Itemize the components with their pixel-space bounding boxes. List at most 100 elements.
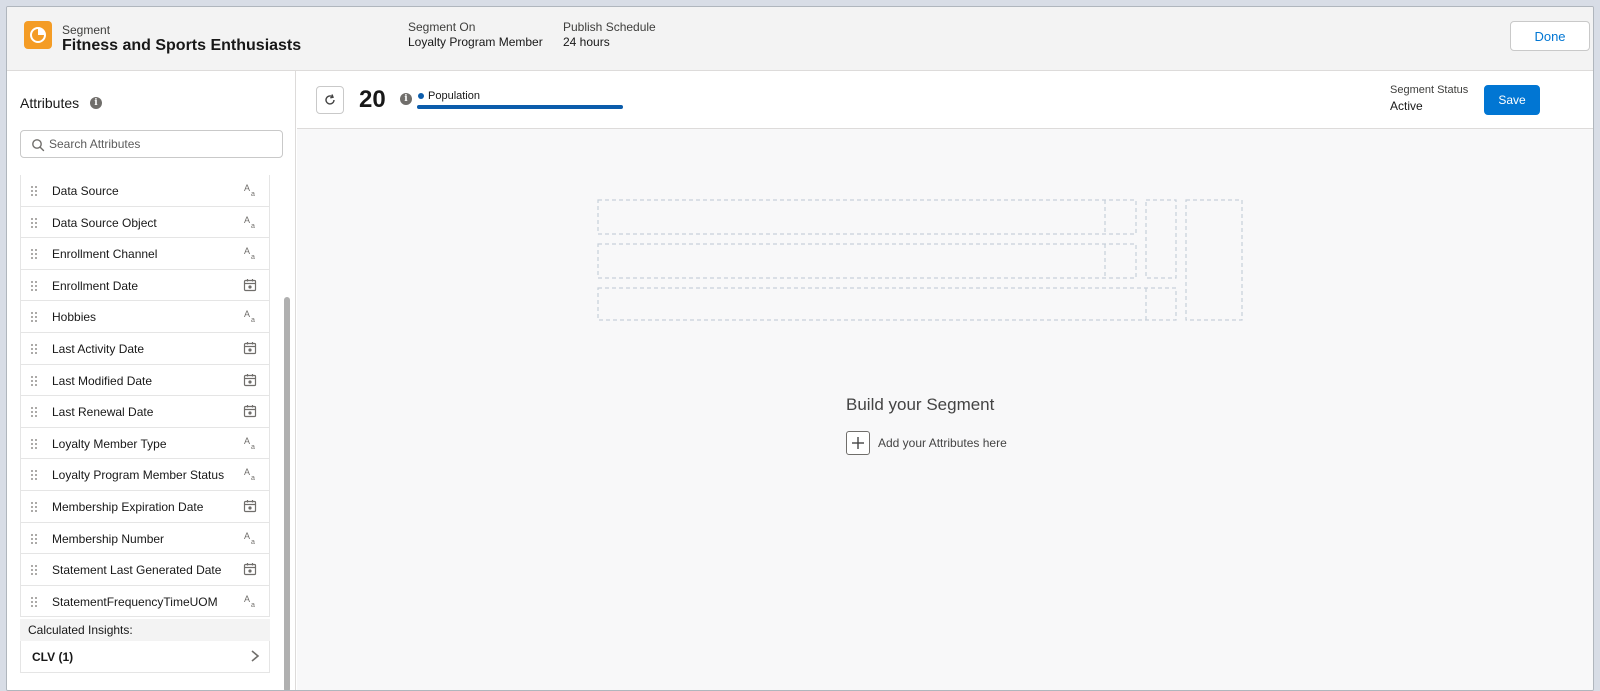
attribute-item[interactable]: Loyalty Program Member Status Aa xyxy=(20,459,270,491)
search-attributes-field[interactable] xyxy=(20,130,283,158)
attributes-sidebar: Attributes i Data SourceAaData Source Ob… xyxy=(7,71,296,690)
svg-text:A: A xyxy=(244,309,250,319)
drag-handle-icon[interactable] xyxy=(30,533,38,545)
calendar-icon xyxy=(243,278,257,291)
segment-canvas: Build your Segment Add your Attributes h… xyxy=(297,129,1593,690)
population-bar xyxy=(417,105,623,109)
search-attributes-input[interactable] xyxy=(49,135,274,153)
attribute-item[interactable]: Loyalty Member Type Aa xyxy=(20,427,270,460)
refresh-button[interactable] xyxy=(316,86,344,114)
attribute-item[interactable]: Enrollment Date xyxy=(20,269,270,302)
calculated-insight-item[interactable]: CLV (1) xyxy=(20,641,270,673)
svg-text:a: a xyxy=(251,539,255,545)
publish-schedule-label: Publish Schedule xyxy=(563,20,656,34)
drag-handle-icon[interactable] xyxy=(30,406,38,418)
attribute-label: Membership Number xyxy=(52,531,165,546)
svg-text:a: a xyxy=(251,475,255,481)
page-header: Segment Fitness and Sports Enthusiasts S… xyxy=(7,7,1593,71)
refresh-icon xyxy=(325,94,335,105)
drag-handle-icon[interactable] xyxy=(30,343,38,355)
calendar-icon xyxy=(243,373,257,386)
segment-builder-window: Segment Fitness and Sports Enthusiasts S… xyxy=(6,6,1594,691)
placeholder-illustration xyxy=(597,199,1243,321)
attribute-label: Last Renewal Date xyxy=(52,405,154,420)
chevron-right-icon xyxy=(251,650,260,662)
record-type-label: Segment xyxy=(62,23,111,37)
drag-handle-icon[interactable] xyxy=(30,596,38,608)
attribute-item[interactable]: Enrollment Channel Aa xyxy=(20,238,270,270)
attribute-item[interactable]: Last Renewal Date xyxy=(20,396,270,428)
text-type-icon: Aa xyxy=(244,436,255,450)
text-type-icon: Aa xyxy=(244,215,255,229)
attribute-label: Hobbies xyxy=(52,310,97,325)
drag-handle-icon[interactable] xyxy=(30,311,38,323)
calendar-icon xyxy=(243,405,257,418)
attribute-item[interactable]: Data Source Aa xyxy=(20,175,270,207)
attribute-item[interactable]: Last Activity Date xyxy=(20,332,270,365)
segment-name: Fitness and Sports Enthusiasts xyxy=(62,37,302,54)
calculated-insights-header: Calculated Insights: xyxy=(20,619,270,641)
segment-status-label: Segment Status xyxy=(1390,84,1469,96)
attribute-item[interactable]: Membership Expiration Date xyxy=(20,490,270,523)
population-info-icon[interactable]: i xyxy=(400,93,412,105)
svg-text:a: a xyxy=(251,254,255,260)
segment-on-label: Segment On xyxy=(408,20,476,34)
text-type-icon: Aa xyxy=(244,467,255,481)
publish-schedule-value: 24 hours xyxy=(563,35,610,49)
segment-icon xyxy=(24,21,52,49)
segment-on-value: Loyalty Program Member xyxy=(408,35,543,49)
drag-handle-icon[interactable] xyxy=(30,280,38,292)
svg-text:a: a xyxy=(251,191,255,197)
population-label: Population xyxy=(428,90,480,102)
drag-handle-icon[interactable] xyxy=(30,185,38,197)
svg-text:a: a xyxy=(251,317,255,323)
attribute-label: StatementFrequencyTimeUOM xyxy=(52,594,218,609)
svg-text:A: A xyxy=(244,531,250,541)
attribute-list: Data Source Aa Data Source Object Aa Enrollm… xyxy=(20,175,270,618)
calculated-insight-label: CLV (1) xyxy=(32,650,74,664)
drag-handle-icon[interactable] xyxy=(30,248,38,260)
svg-text:A: A xyxy=(244,246,250,256)
calendar-icon xyxy=(243,499,257,513)
svg-text:A: A xyxy=(244,467,250,477)
attribute-item[interactable]: Membership Number Aa xyxy=(20,522,270,555)
info-icon[interactable]: i xyxy=(90,97,102,109)
attribute-label: Loyalty Program Member Status xyxy=(52,468,225,483)
attribute-item[interactable]: Hobbies Aa xyxy=(20,301,270,333)
save-button[interactable]: Save xyxy=(1484,85,1540,115)
calendar-icon xyxy=(243,563,257,576)
build-segment-title: Build your Segment xyxy=(846,395,995,414)
svg-text:A: A xyxy=(244,594,250,604)
attribute-label: Data Source xyxy=(52,184,119,198)
text-type-icon: Aa xyxy=(244,246,255,260)
population-toolbar: 20 i Population Segment Status Active Sa… xyxy=(297,71,1593,129)
attribute-item[interactable]: Statement Last Generated Date xyxy=(20,554,270,586)
segment-status-value: Active xyxy=(1390,99,1423,113)
drag-handle-icon[interactable] xyxy=(30,469,38,481)
drag-handle-icon[interactable] xyxy=(30,501,38,513)
svg-text:a: a xyxy=(251,223,255,229)
text-type-icon: Aa xyxy=(244,594,255,608)
population-count: 20 xyxy=(359,86,386,113)
done-button[interactable]: Done xyxy=(1510,21,1590,51)
svg-text:a: a xyxy=(251,444,255,450)
attribute-item[interactable]: Data Source Object Aa xyxy=(20,206,270,239)
svg-text:A: A xyxy=(244,183,250,193)
svg-text:a: a xyxy=(251,602,255,608)
attribute-label: Last Activity Date xyxy=(52,341,145,356)
drag-handle-icon[interactable] xyxy=(30,217,38,229)
add-attributes-label: Add your Attributes here xyxy=(878,436,1007,450)
attribute-label: Enrollment Date xyxy=(52,278,139,293)
svg-text:A: A xyxy=(244,215,250,225)
attribute-label: Statement Last Generated Date xyxy=(52,563,222,578)
drag-handle-icon[interactable] xyxy=(30,375,38,387)
drag-handle-icon[interactable] xyxy=(30,438,38,450)
attribute-item[interactable]: Last Modified Date xyxy=(20,364,270,397)
svg-text:A: A xyxy=(244,436,250,446)
drag-handle-icon[interactable] xyxy=(30,564,38,576)
attribute-label: Data Source Object xyxy=(52,215,157,230)
attribute-item[interactable]: StatementFrequencyTimeUOM Aa xyxy=(20,585,270,618)
add-attributes-button[interactable]: Add your Attributes here xyxy=(846,431,1007,455)
sidebar-scrollbar[interactable] xyxy=(284,297,290,690)
calendar-icon xyxy=(243,341,257,355)
